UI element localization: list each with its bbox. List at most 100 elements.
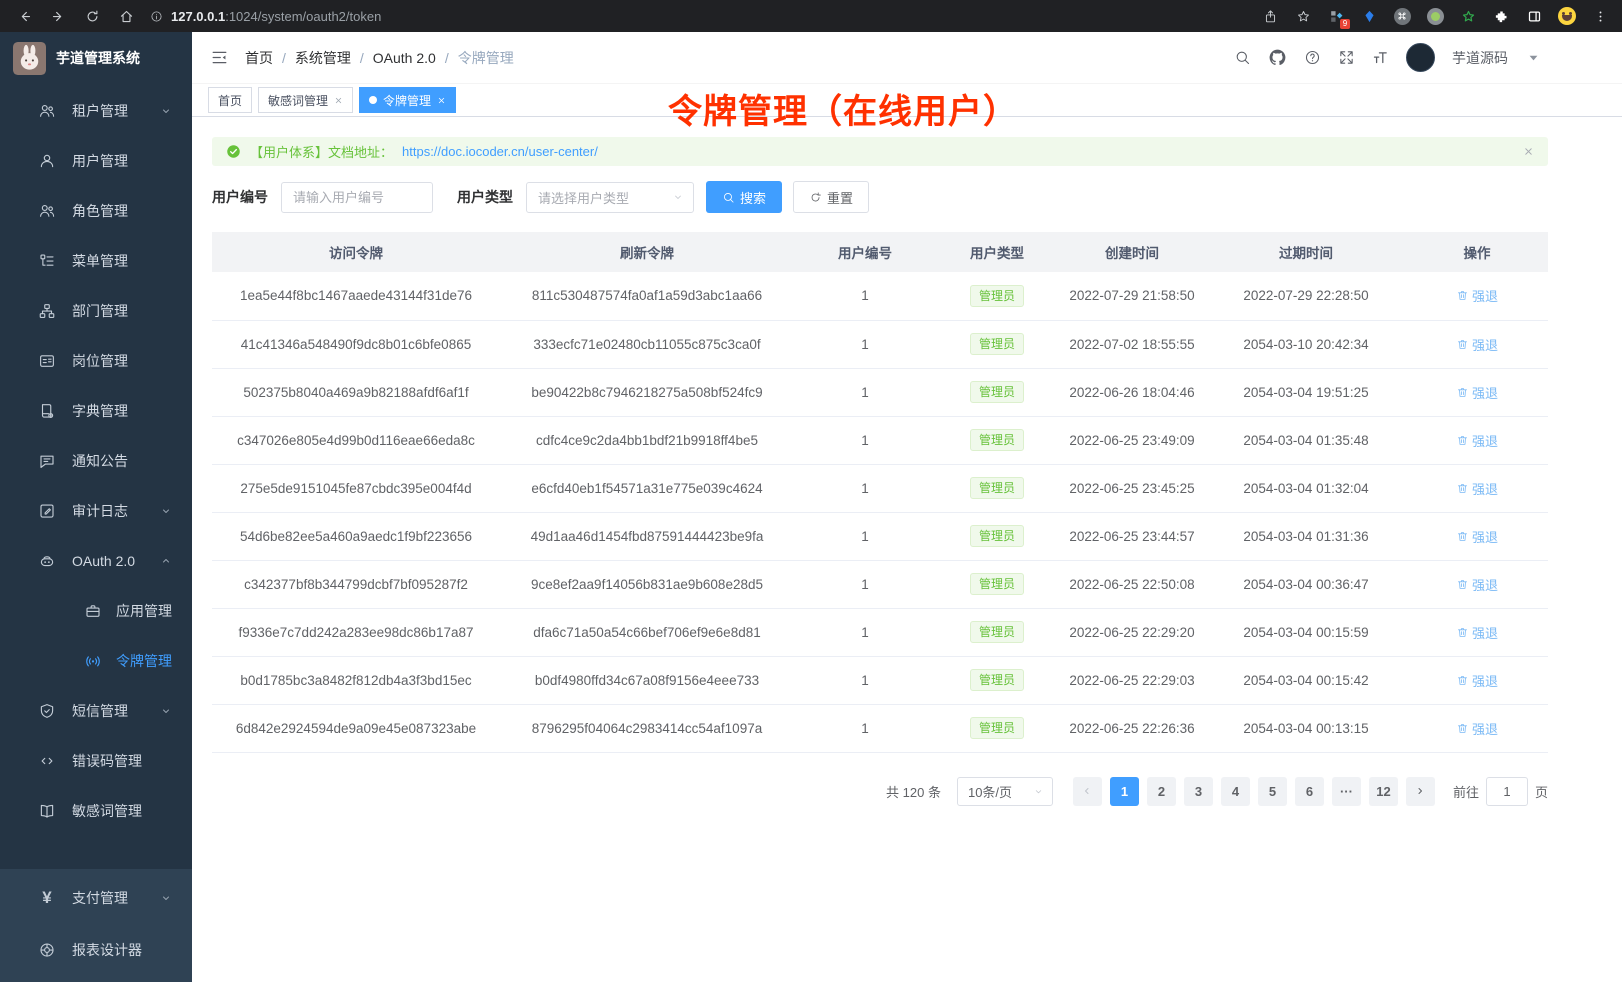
force-logout-button[interactable]: 强退 <box>1456 431 1498 450</box>
reset-button[interactable]: 重置 <box>793 181 869 213</box>
page-button[interactable]: 1 <box>1110 777 1139 806</box>
sidebar-item-oauth2-token[interactable]: 令牌管理 <box>0 636 192 686</box>
browser-reload-button[interactable] <box>82 6 102 26</box>
sidebar-item-audit-log[interactable]: 审计日志 <box>0 486 192 536</box>
table-row: f9336e7c7dd242a283ee98dc86b17a87dfa6c71a… <box>212 608 1548 656</box>
url-bar[interactable]: 127.0.0.1:1024/system/oauth2/token <box>150 9 1248 24</box>
force-logout-button[interactable]: 强退 <box>1456 623 1498 642</box>
sidebar-collapse-button[interactable] <box>210 48 229 67</box>
tab-home[interactable]: 首页 <box>208 87 252 113</box>
sidebar-item-dict[interactable]: 字典管理 <box>0 386 192 436</box>
doc-link[interactable]: https://doc.iocoder.cn/user-center/ <box>402 144 598 159</box>
table-row: b0d1785bc3a8482f812db4a3f3bd15ecb0df4980… <box>212 656 1548 704</box>
sidebar-item-oauth2[interactable]: OAuth 2.0 <box>0 536 192 586</box>
close-icon[interactable] <box>334 96 343 105</box>
username[interactable]: 芋道源码 <box>1452 48 1508 68</box>
extension-command-icon[interactable] <box>1392 6 1412 26</box>
extension-sidepanel-icon[interactable] <box>1524 6 1544 26</box>
user-avatar[interactable] <box>1406 43 1435 72</box>
user-type-label: 用户类型 <box>457 187 513 207</box>
search-icon[interactable] <box>1234 49 1251 66</box>
browser-back-button[interactable] <box>14 6 34 26</box>
table-row: 41c41346a548490f9dc8b01c6bfe0865333ecfc7… <box>212 320 1548 368</box>
chevron-right-icon <box>1414 785 1426 797</box>
tab-token[interactable]: 令牌管理 <box>359 87 456 113</box>
github-icon[interactable] <box>1268 48 1287 67</box>
extension-star-icon[interactable] <box>1458 6 1478 26</box>
next-page-button[interactable] <box>1406 777 1435 806</box>
sidebar-item-sensitive-word[interactable]: 敏感词管理 <box>0 786 192 836</box>
page-button[interactable]: 4 <box>1221 777 1250 806</box>
table-row: c342377bf8b344799dcbf7bf095287f29ce8ef2a… <box>212 560 1548 608</box>
user-type-badge: 管理员 <box>970 381 1024 403</box>
trash-icon <box>1456 289 1469 302</box>
help-icon[interactable] <box>1304 49 1321 66</box>
force-logout-button[interactable]: 强退 <box>1456 527 1498 546</box>
page-button[interactable]: 5 <box>1258 777 1287 806</box>
prev-page-button[interactable] <box>1073 777 1102 806</box>
sidebar-menu: 租户管理 用户管理 角色管理 菜单管理 部门管理 岗位管理 字典管理 通知公告 … <box>0 84 192 869</box>
close-icon[interactable] <box>1523 146 1534 157</box>
force-logout-button[interactable]: 强退 <box>1456 671 1498 690</box>
chevron-down-icon[interactable] <box>1525 49 1542 66</box>
force-logout-button[interactable]: 强退 <box>1456 335 1498 354</box>
app-title: 芋道管理系统 <box>56 48 140 68</box>
force-logout-button[interactable]: 强退 <box>1456 286 1498 305</box>
page-button[interactable]: 3 <box>1184 777 1213 806</box>
extension-record-icon[interactable] <box>1425 6 1445 26</box>
extension-grid-icon[interactable]: 9 <box>1326 6 1346 26</box>
search-button[interactable]: 搜索 <box>706 181 782 213</box>
profile-avatar[interactable] <box>1557 6 1577 26</box>
force-logout-button[interactable]: 强退 <box>1456 575 1498 594</box>
sidebar-item-sms[interactable]: 短信管理 <box>0 686 192 736</box>
sidebar-item-oauth2-app[interactable]: 应用管理 <box>0 586 192 636</box>
page-button[interactable]: 2 <box>1147 777 1176 806</box>
sidebar-item-menu[interactable]: 菜单管理 <box>0 236 192 286</box>
user-id-input[interactable] <box>281 182 433 213</box>
sidebar-item-user[interactable]: 用户管理 <box>0 136 192 186</box>
sidebar-item-post[interactable]: 岗位管理 <box>0 336 192 386</box>
extension-gem-icon[interactable] <box>1359 6 1379 26</box>
sidebar-item-pay[interactable]: ¥支付管理 <box>0 872 192 924</box>
sidebar-item-dept[interactable]: 部门管理 <box>0 286 192 336</box>
browser-home-button[interactable] <box>116 6 136 26</box>
user-type-badge: 管理员 <box>970 621 1024 643</box>
breadcrumb-system[interactable]: 系统管理 <box>295 48 351 68</box>
breadcrumb-oauth2[interactable]: OAuth 2.0 <box>373 50 436 66</box>
user-id-label: 用户编号 <box>212 187 268 207</box>
fullscreen-icon[interactable] <box>1338 49 1355 66</box>
page-size-select[interactable]: 10条/页 <box>957 777 1053 806</box>
extension-badge: 9 <box>1340 19 1350 29</box>
breadcrumb-home[interactable]: 首页 <box>245 48 273 68</box>
font-size-icon[interactable] <box>1372 49 1389 66</box>
bookmark-star-button[interactable] <box>1293 6 1313 26</box>
close-icon[interactable] <box>437 96 446 105</box>
sidebar-item-report-designer[interactable]: 报表设计器 <box>0 924 192 976</box>
trash-icon <box>1456 386 1469 399</box>
browser-forward-button[interactable] <box>48 6 68 26</box>
briefcase-icon <box>84 602 102 620</box>
force-logout-button[interactable]: 强退 <box>1456 479 1498 498</box>
trash-icon <box>1456 578 1469 591</box>
alert-text: 【用户体系】文档地址： <box>250 142 393 161</box>
share-button[interactable] <box>1260 6 1280 26</box>
sidebar-item-tenant[interactable]: 租户管理 <box>0 86 192 136</box>
sidebar-bottom-section: ¥支付管理 报表设计器 <box>0 869 192 982</box>
page-button[interactable]: 6 <box>1295 777 1324 806</box>
extension-puzzle-icon[interactable] <box>1491 6 1511 26</box>
more-pages-button[interactable]: ··· <box>1332 777 1361 806</box>
sidebar-item-error-code[interactable]: 错误码管理 <box>0 736 192 786</box>
goto-page-input[interactable] <box>1486 777 1528 806</box>
tab-sensitive-word[interactable]: 敏感词管理 <box>258 87 353 113</box>
yen-icon: ¥ <box>38 888 56 908</box>
force-logout-button[interactable]: 强退 <box>1456 719 1498 738</box>
user-type-select[interactable]: 请选择用户类型 <box>526 182 694 213</box>
sidebar-item-role[interactable]: 角色管理 <box>0 186 192 236</box>
browser-menu-button[interactable] <box>1590 6 1610 26</box>
robot-icon <box>38 552 56 570</box>
force-logout-button[interactable]: 强退 <box>1456 383 1498 402</box>
sidebar-item-notice[interactable]: 通知公告 <box>0 436 192 486</box>
page-button[interactable]: 12 <box>1369 777 1398 806</box>
success-check-icon <box>226 144 241 159</box>
site-info-icon[interactable] <box>150 10 163 23</box>
